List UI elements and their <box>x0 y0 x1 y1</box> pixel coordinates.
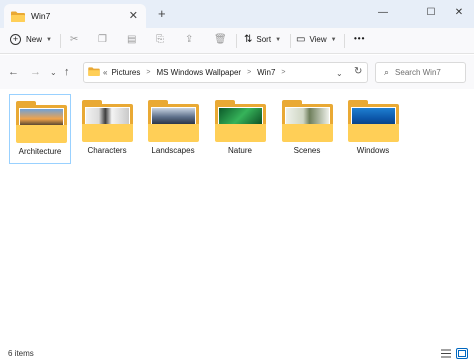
chevron-right-icon[interactable]: > <box>281 69 285 76</box>
sort-button[interactable]: ⇅ Sort ▼ <box>244 34 281 45</box>
title-bar: Win7 ✕ + — ☐ ✕ <box>0 0 474 28</box>
sort-label: Sort <box>256 35 272 44</box>
folder-label: Windows <box>356 146 390 155</box>
folder-label: Landscapes <box>151 146 195 155</box>
status-bar: 6 items <box>0 345 474 362</box>
view-icon: ▭ <box>296 34 306 45</box>
forward-arrow-icon[interactable]: → <box>30 66 41 78</box>
address-bar[interactable]: « Pictures > MS Windows Wallpaper > Win7… <box>83 62 368 83</box>
folder-item-characters[interactable]: Characters <box>76 94 138 164</box>
folder-icon <box>11 11 25 22</box>
file-list: Architecture Characters Landscapes Natur… <box>0 89 474 345</box>
up-arrow-icon[interactable]: ↑ <box>64 66 70 78</box>
folder-thumbnail <box>282 100 333 142</box>
search-icon: ⌕ <box>384 67 390 77</box>
folder-thumbnail <box>348 100 399 142</box>
folder-label: Scenes <box>293 146 321 155</box>
folder-item-landscapes[interactable]: Landscapes <box>142 94 204 164</box>
folder-thumbnail <box>82 100 133 142</box>
divider <box>60 34 61 48</box>
recent-chevron-icon[interactable]: ⌄ <box>50 68 57 77</box>
folder-item-windows[interactable]: Windows <box>342 94 404 164</box>
chevron-down-icon: ▼ <box>275 36 282 43</box>
divider <box>236 34 237 48</box>
new-button[interactable]: + New ▼ <box>10 34 52 45</box>
close-tab-icon[interactable]: ✕ <box>129 9 138 22</box>
more-options-button[interactable]: ••• <box>354 34 365 43</box>
chevron-down-icon: ▼ <box>46 36 52 43</box>
tab-title: Win7 <box>31 11 51 21</box>
command-bar: + New ▼ ✂ ❐ ▤ ⎘ ⇪ 🗑 ⇅ Sort ▼ ▭ View ▼ ••… <box>0 28 474 54</box>
details-view-icon[interactable] <box>440 348 452 359</box>
address-dropdown-icon[interactable]: ⌄ <box>336 69 343 78</box>
folder-item-scenes[interactable]: Scenes <box>276 94 338 164</box>
tiles-view-icon[interactable] <box>456 348 468 359</box>
divider <box>344 34 345 48</box>
cut-icon[interactable]: ✂ <box>70 34 78 45</box>
folder-label: Characters <box>87 146 127 155</box>
chevron-down-icon: ▼ <box>330 36 337 43</box>
item-count: 6 items <box>8 349 34 358</box>
breadcrumb-pictures[interactable]: Pictures <box>111 68 140 77</box>
search-box[interactable]: ⌕ Search Win7 <box>375 62 466 83</box>
chevron-right-icon[interactable]: > <box>247 69 251 76</box>
breadcrumb-ms-windows-wallpaper[interactable]: MS Windows Wallpaper <box>156 68 241 77</box>
tab-win7[interactable]: Win7 ✕ <box>4 4 146 28</box>
paste-icon[interactable]: ▤ <box>127 34 136 45</box>
folder-thumbnail <box>215 100 266 142</box>
copy-icon[interactable]: ❐ <box>98 34 107 45</box>
refresh-icon[interactable]: ↻ <box>354 66 362 77</box>
view-button[interactable]: ▭ View ▼ <box>296 34 337 45</box>
folder-label: Nature <box>227 146 252 155</box>
new-tab-button[interactable]: + <box>158 6 166 21</box>
rename-icon[interactable]: ⎘ <box>156 34 164 45</box>
breadcrumb-win7[interactable]: Win7 <box>257 68 275 77</box>
maximize-button[interactable]: ☐ <box>420 4 442 20</box>
divider <box>290 34 291 48</box>
plus-circle-icon: + <box>10 34 21 45</box>
back-arrow-icon[interactable]: ← <box>8 66 19 78</box>
folder-label: Architecture <box>18 147 62 156</box>
sort-icon: ⇅ <box>244 34 253 45</box>
folder-item-nature[interactable]: Nature <box>209 94 271 164</box>
minimize-button[interactable]: — <box>372 4 394 20</box>
folder-item-architecture[interactable]: Architecture <box>9 94 71 164</box>
search-placeholder: Search Win7 <box>395 68 441 77</box>
share-icon[interactable]: ⇪ <box>185 34 193 45</box>
folder-thumbnail <box>148 100 199 142</box>
folder-icon <box>88 67 100 78</box>
new-label: New <box>26 35 43 44</box>
delete-icon[interactable]: 🗑 <box>214 34 227 45</box>
close-window-button[interactable]: ✕ <box>448 4 470 20</box>
view-label: View <box>309 35 327 44</box>
folder-thumbnail <box>16 101 67 143</box>
chevron-right-icon[interactable]: > <box>146 69 150 76</box>
breadcrumb-overflow[interactable]: « <box>103 68 107 77</box>
